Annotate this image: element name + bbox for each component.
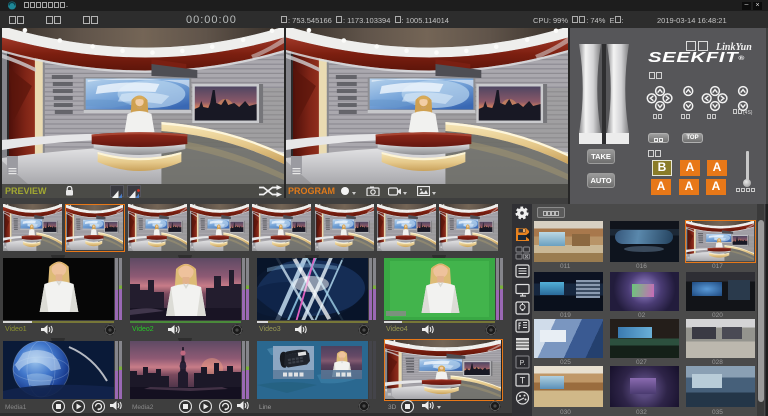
svg-text:P.: P. [520,360,526,367]
svg-text:T: T [520,376,526,386]
